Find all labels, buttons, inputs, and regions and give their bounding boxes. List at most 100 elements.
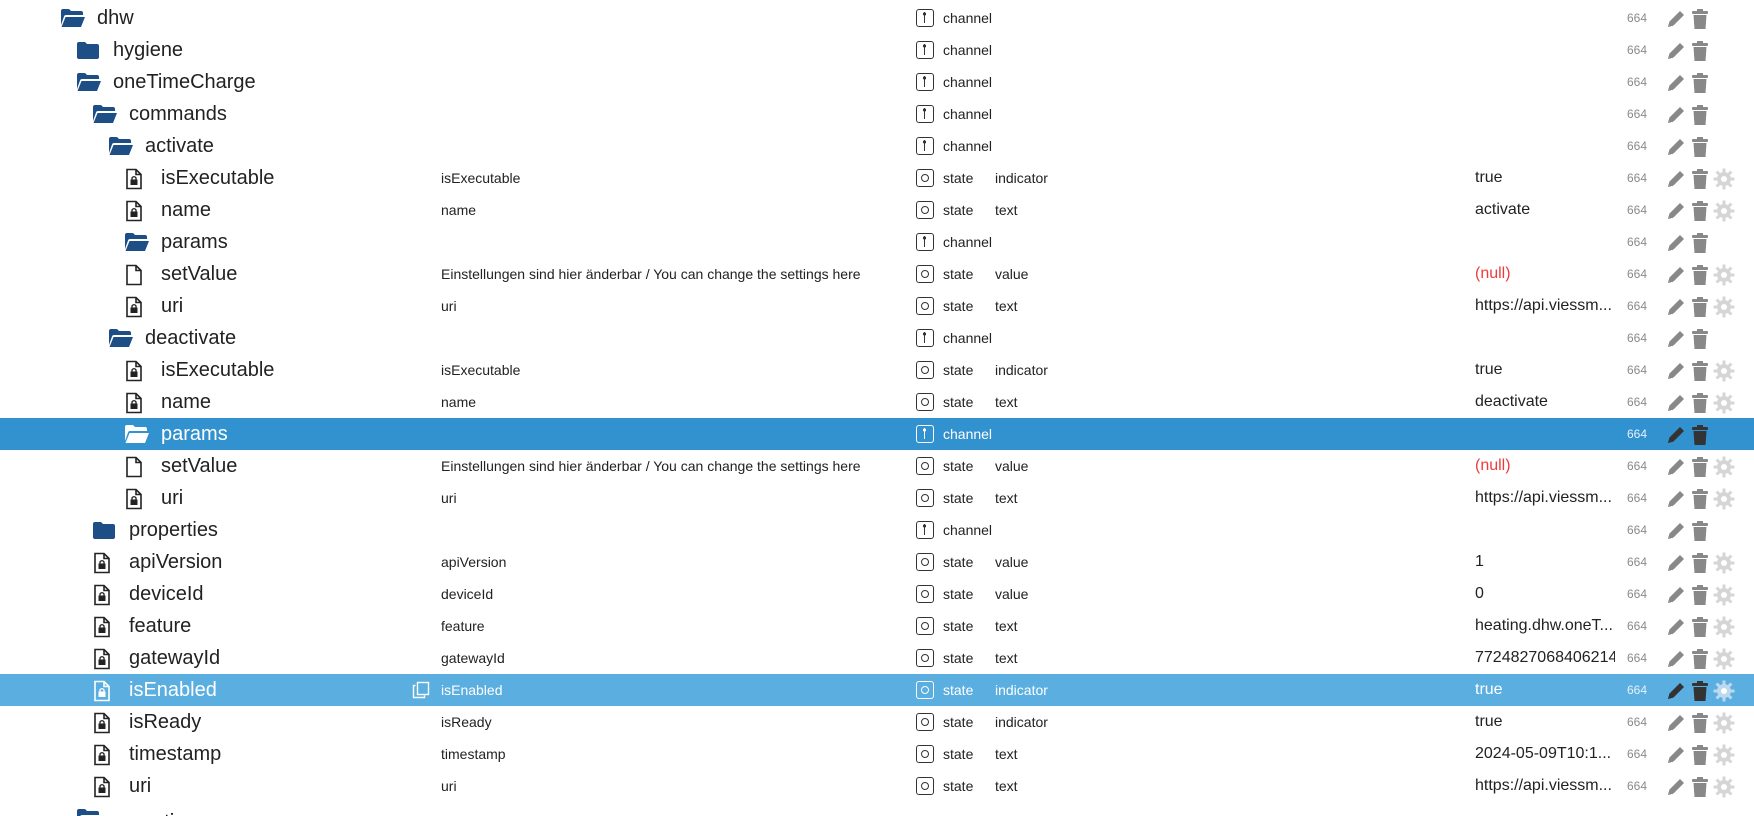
tree-row-partial[interactable]: operating [0,800,1754,816]
row-name[interactable]: uri [161,290,183,322]
tree-row[interactable]: uri uri state text https://api.viessm... 664 [0,290,1754,322]
row-value[interactable]: true [1475,674,1615,706]
tree-row[interactable]: activate channel 664 [0,130,1754,162]
settings-gear-icon[interactable] [1713,456,1735,478]
row-name[interactable]: timestamp [129,738,221,770]
row-value[interactable]: true [1475,354,1615,386]
edit-pencil-icon[interactable] [1665,456,1687,478]
tree-row[interactable]: isExecutable isExecutable state indicator tr… [0,354,1754,386]
delete-trash-icon[interactable] [1689,424,1711,446]
delete-trash-icon[interactable] [1689,104,1711,126]
tree-row[interactable]: dhw channel 664 [0,2,1754,34]
delete-trash-icon[interactable] [1689,72,1711,94]
edit-pencil-icon[interactable] [1665,72,1687,94]
copy-icon[interactable] [412,681,430,699]
row-name[interactable]: name [161,194,211,226]
row-value[interactable]: 7724827068406214 [1475,642,1615,674]
row-value[interactable]: 1 [1475,546,1615,578]
edit-pencil-icon[interactable] [1665,232,1687,254]
tree-row[interactable]: isEnabled isEnabled state indicator true 664 [0,674,1754,706]
edit-pencil-icon[interactable] [1665,776,1687,798]
edit-pencil-icon[interactable] [1665,264,1687,286]
tree-row[interactable]: hygiene channel 664 [0,34,1754,66]
edit-pencil-icon[interactable] [1665,40,1687,62]
settings-gear-icon[interactable] [1713,680,1735,702]
row-value[interactable]: 2024-05-09T10:1... [1475,738,1615,770]
row-name[interactable]: name [161,386,211,418]
row-value[interactable]: https://api.viessm... [1475,482,1615,514]
edit-pencil-icon[interactable] [1665,552,1687,574]
edit-pencil-icon[interactable] [1665,168,1687,190]
row-name[interactable]: isExecutable [161,354,274,386]
settings-gear-icon[interactable] [1713,776,1735,798]
settings-gear-icon[interactable] [1713,392,1735,414]
edit-pencil-icon[interactable] [1665,200,1687,222]
delete-trash-icon[interactable] [1689,328,1711,350]
edit-pencil-icon[interactable] [1665,296,1687,318]
edit-pencil-icon[interactable] [1665,136,1687,158]
tree-row[interactable]: deviceId deviceId state value 0 664 [0,578,1754,610]
row-name[interactable]: isEnabled [129,674,217,706]
edit-pencil-icon[interactable] [1665,616,1687,638]
edit-pencil-icon[interactable] [1665,104,1687,126]
edit-pencil-icon[interactable] [1665,520,1687,542]
tree-row[interactable]: name name state text activate 664 [0,194,1754,226]
settings-gear-icon[interactable] [1713,296,1735,318]
row-value[interactable]: true [1475,706,1615,738]
row-name[interactable]: operating [113,806,196,816]
row-value[interactable]: https://api.viessm... [1475,290,1615,322]
tree-row[interactable]: commands channel 664 [0,98,1754,130]
row-name[interactable]: deactivate [145,322,236,354]
row-name[interactable]: setValue [161,258,237,290]
row-name[interactable]: oneTimeCharge [113,66,256,98]
tree-row[interactable]: params channel 664 [0,418,1754,450]
delete-trash-icon[interactable] [1689,392,1711,414]
settings-gear-icon[interactable] [1713,200,1735,222]
delete-trash-icon[interactable] [1689,648,1711,670]
row-name[interactable]: setValue [161,450,237,482]
delete-trash-icon[interactable] [1689,744,1711,766]
row-value[interactable]: true [1475,162,1615,194]
row-name[interactable]: hygiene [113,34,183,66]
settings-gear-icon[interactable] [1713,584,1735,606]
edit-pencil-icon[interactable] [1665,744,1687,766]
row-value[interactable]: deactivate [1475,386,1615,418]
tree-row[interactable]: gatewayId gatewayId state text 7724827068406… [0,642,1754,674]
delete-trash-icon[interactable] [1689,264,1711,286]
delete-trash-icon[interactable] [1689,616,1711,638]
row-value[interactable]: (null) [1475,258,1615,290]
delete-trash-icon[interactable] [1689,296,1711,318]
settings-gear-icon[interactable] [1713,744,1735,766]
row-value[interactable]: activate [1475,194,1615,226]
tree-row[interactable]: uri uri state text https://api.viessm... 664 [0,770,1754,802]
settings-gear-icon[interactable] [1713,712,1735,734]
row-name[interactable]: dhw [97,2,134,34]
delete-trash-icon[interactable] [1689,200,1711,222]
delete-trash-icon[interactable] [1689,552,1711,574]
row-name[interactable]: gatewayId [129,642,220,674]
tree-row[interactable]: oneTimeCharge channel 664 [0,66,1754,98]
tree-row[interactable]: setValue Einstellungen sind hier änderbar… [0,450,1754,482]
delete-trash-icon[interactable] [1689,776,1711,798]
row-name[interactable]: params [161,226,228,258]
edit-pencil-icon[interactable] [1665,712,1687,734]
row-name[interactable]: apiVersion [129,546,222,578]
row-name[interactable]: params [161,418,228,450]
row-name[interactable]: commands [129,98,227,130]
tree-row[interactable]: isExecutable isExecutable state indicator tr… [0,162,1754,194]
delete-trash-icon[interactable] [1689,232,1711,254]
settings-gear-icon[interactable] [1713,360,1735,382]
edit-pencil-icon[interactable] [1665,8,1687,30]
settings-gear-icon[interactable] [1713,264,1735,286]
settings-gear-icon[interactable] [1713,552,1735,574]
delete-trash-icon[interactable] [1689,136,1711,158]
row-name[interactable]: feature [129,610,191,642]
edit-pencil-icon[interactable] [1665,328,1687,350]
edit-pencil-icon[interactable] [1665,360,1687,382]
tree-row[interactable]: properties channel 664 [0,514,1754,546]
tree-row[interactable]: name name state text deactivate 664 [0,386,1754,418]
delete-trash-icon[interactable] [1689,712,1711,734]
row-value[interactable]: heating.dhw.oneT... [1475,610,1615,642]
tree-row[interactable]: uri uri state text https://api.viessm... 664 [0,482,1754,514]
tree-row[interactable]: apiVersion apiVersion state value 1 664 [0,546,1754,578]
